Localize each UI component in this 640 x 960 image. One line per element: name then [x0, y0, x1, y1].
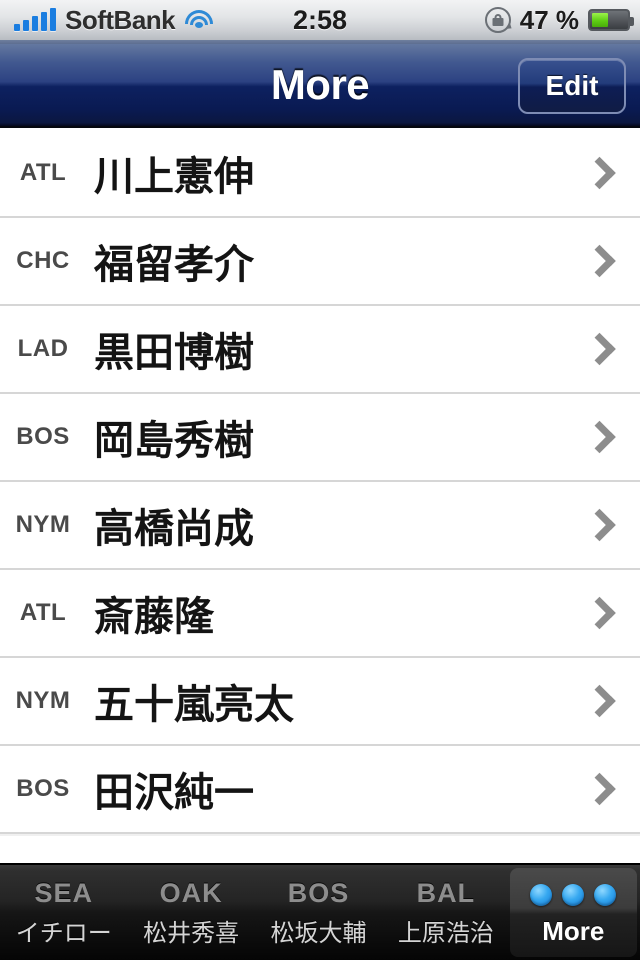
- rotation-lock-icon: [484, 7, 514, 33]
- row-player-name: 福留孝介: [94, 243, 254, 287]
- chevron-right-icon[interactable]: [580, 657, 640, 745]
- tab-more-label: More: [542, 916, 605, 946]
- battery-percent-label: 47 %: [519, 4, 579, 35]
- player-list[interactable]: ATL 川上憲伸 CHC 福留孝介 LAD 黒田博樹 BOS 岡島秀樹 NYM 高橋尚成 ATL 斎藤…: [0, 130, 640, 863]
- row-team-abbr: BOS: [16, 775, 70, 802]
- table-row[interactable]: ATL 斎藤隆: [0, 569, 640, 660]
- row-team-abbr: BOS: [16, 423, 70, 450]
- chevron-right-icon[interactable]: [580, 569, 640, 657]
- tab-bar[interactable]: SEA イチロー OAK 松井秀喜 BOS 松坂大輔 BAL 上原浩治 More: [0, 863, 640, 960]
- chevron-right-icon[interactable]: [580, 130, 640, 217]
- tab-player-label: イチロー: [15, 919, 112, 947]
- chevron-right-icon[interactable]: [580, 393, 640, 481]
- tab-team-abbr: BAL: [416, 877, 476, 908]
- row-player-name: 岡島秀樹: [94, 419, 254, 463]
- tab-sea[interactable]: SEA イチロー: [0, 865, 127, 960]
- row-player-name: 高橋尚成: [94, 507, 254, 551]
- three-dots-icon: [530, 878, 617, 912]
- row-player-name: 五十嵐亮太: [94, 683, 294, 727]
- table-row[interactable]: CHC 福留孝介: [0, 217, 640, 308]
- iphone-screen: SoftBank 2:58 47 % More Edit ATL 川上憲伸 CHC 福…: [0, 0, 640, 960]
- navigation-bar: More Edit: [0, 44, 640, 128]
- battery-icon: [588, 9, 634, 31]
- tab-bal[interactable]: BAL 上原浩治: [382, 865, 509, 960]
- chevron-right-icon[interactable]: [580, 305, 640, 393]
- list-bottom-filler: [0, 834, 640, 863]
- tab-team-abbr: OAK: [159, 877, 223, 908]
- tab-bos[interactable]: BOS 松坂大輔: [255, 865, 382, 960]
- row-team-abbr: CHC: [16, 247, 70, 274]
- status-bar-right: 47 %: [484, 4, 634, 36]
- tab-team-abbr: SEA: [34, 877, 93, 908]
- tab-oak[interactable]: OAK 松井秀喜: [127, 865, 254, 960]
- row-team-abbr: NYM: [15, 687, 71, 714]
- tab-team-abbr: BOS: [287, 877, 350, 908]
- tab-more[interactable]: More: [509, 868, 638, 957]
- table-row[interactable]: NYM 五十嵐亮太: [0, 657, 640, 748]
- tab-player-label: 松坂大輔: [270, 919, 367, 947]
- table-row[interactable]: LAD 黒田博樹: [0, 305, 640, 396]
- chevron-right-icon[interactable]: [580, 745, 640, 833]
- status-bar: SoftBank 2:58 47 %: [0, 0, 640, 40]
- chevron-right-icon[interactable]: [580, 481, 640, 569]
- row-player-name: 川上憲伸: [94, 155, 254, 199]
- table-row[interactable]: NYM 高橋尚成: [0, 481, 640, 572]
- tab-player-label: 上原浩治: [397, 919, 494, 947]
- row-player-name: 斎藤隆: [94, 595, 214, 639]
- row-team-abbr: LAD: [17, 335, 69, 362]
- table-row[interactable]: BOS 田沢純一: [0, 745, 640, 836]
- table-row[interactable]: BOS 岡島秀樹: [0, 393, 640, 484]
- row-team-abbr: ATL: [19, 599, 67, 626]
- page-title: More: [270, 61, 370, 108]
- row-player-name: 黒田博樹: [94, 331, 254, 375]
- tab-player-label: 松井秀喜: [143, 919, 240, 947]
- row-player-name: 田沢純一: [94, 771, 254, 815]
- edit-button[interactable]: Edit: [518, 58, 626, 114]
- row-team-abbr: NYM: [15, 511, 71, 538]
- row-team-abbr: ATL: [19, 159, 67, 186]
- chevron-right-icon[interactable]: [580, 217, 640, 305]
- table-row[interactable]: ATL 川上憲伸: [0, 130, 640, 220]
